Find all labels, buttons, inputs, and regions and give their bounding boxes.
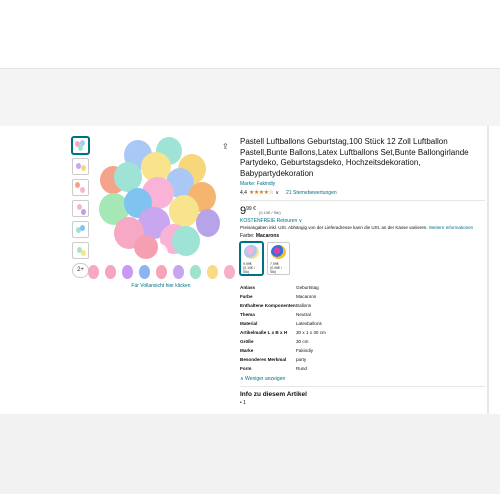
divider — [240, 200, 485, 201]
price-note-text: Preisangaben inkl. USt. Abhängig von der… — [240, 225, 428, 230]
spec-key: Farbe — [240, 294, 253, 299]
thumbnail-5[interactable] — [72, 221, 89, 238]
star-rating-icon[interactable]: ★★★★☆ — [249, 189, 274, 196]
price-per-unit: (0,10€ / Stk) — [258, 210, 281, 215]
list-item: • 1 — [240, 400, 246, 406]
table-row: Farbe Macarons — [240, 292, 370, 301]
thumbnail-1[interactable] — [72, 137, 89, 154]
rating-value: 4,4 — [240, 189, 247, 196]
swatch-mint — [190, 265, 201, 279]
chevron-down-icon[interactable]: ∨ — [275, 190, 279, 196]
product-details: Pastell Luftballons Geburtstag,100 Stück… — [240, 137, 485, 406]
about-item-heading: Info zu diesem Artikel — [240, 391, 307, 398]
divider — [240, 386, 485, 387]
spec-value: Geburtstag — [296, 285, 319, 290]
spec-key: Größe — [240, 339, 254, 344]
thumbnail-3[interactable] — [72, 179, 89, 196]
table-row: Thema Neutral — [240, 310, 370, 319]
spec-value: Macarons — [296, 294, 317, 299]
top-gray-band — [0, 68, 500, 127]
main-product-image[interactable] — [96, 135, 221, 270]
brand-link[interactable]: Marke: Fakindiy — [240, 181, 485, 187]
table-row: Artikelmaße L x B x H 30 x 1 x 30 cm — [240, 328, 370, 337]
price-note: Preisangaben inkl. USt. Abhängig von der… — [240, 225, 485, 231]
spec-key: Anlass — [240, 285, 256, 290]
swatch-yellow — [207, 265, 218, 279]
share-icon[interactable]: ⇪ — [222, 142, 229, 151]
spec-value: party — [296, 357, 307, 362]
free-returns-link[interactable]: KOSTENFREIE Retouren ∨ — [240, 218, 485, 224]
spec-key: Enthaltene Komponenten — [240, 303, 296, 308]
product-title: Pastell Luftballons Geburtstag,100 Stück… — [240, 137, 469, 178]
color-selection-label: Farbe: Macarons — [240, 233, 485, 239]
rating-row: 4,4 ★★★★☆ ∨ 21 Sternebewertungen — [240, 189, 485, 197]
more-thumbnails-button[interactable]: 2+ — [72, 263, 89, 278]
table-row: Besonderes Merkmal party — [240, 355, 370, 364]
spec-key: Form — [240, 366, 252, 371]
spec-value: Fakindiy — [296, 348, 314, 353]
spec-key: Artikelmaße L x B x H — [240, 330, 288, 335]
table-row: Enthaltene Komponenten Ballons — [240, 301, 370, 310]
show-less-link[interactable]: ∧ Weniger anzeigen — [240, 376, 485, 382]
swatch-rose — [105, 265, 116, 279]
color-label: Farbe: — [240, 233, 255, 239]
spec-key: Material — [240, 321, 258, 326]
variant-rainbow[interactable]: 7,99€ (0,08€ / Stk) — [267, 242, 290, 275]
spec-key: Besonderes Merkmal — [240, 357, 287, 362]
spec-value: 30 cm — [296, 339, 309, 344]
table-row: Form Rund — [240, 364, 370, 373]
full-view-link[interactable]: Für Vollansicht hier klicken — [96, 283, 226, 289]
price: 9 99 € (0,10€ / Stk) — [240, 205, 485, 217]
thumbnail-6[interactable] — [72, 242, 89, 259]
bottom-gray-band — [0, 414, 500, 494]
swatch-pink — [88, 265, 99, 279]
spec-key: Marke — [240, 348, 254, 353]
selected-color: Macarons — [255, 233, 280, 239]
variant-unit-price: (0,08€ / Stk) — [270, 266, 282, 274]
table-row: Anlass Geburtstag — [240, 283, 370, 292]
spec-value: 30 x 1 x 30 cm — [296, 330, 326, 335]
swatch-purple — [122, 265, 133, 279]
variant-unit-price: (0,10€ / Stk) — [243, 266, 255, 274]
table-row: Größe 30 cm — [240, 337, 370, 346]
variant-image — [271, 245, 286, 259]
page-edge-line — [487, 126, 489, 414]
variant-macarons[interactable]: 9,99€ (0,10€ / Stk) — [240, 242, 263, 275]
spec-value: Rund — [296, 366, 307, 371]
product-specs-table: Anlass Geburtstag Farbe Macarons Enthalten… — [240, 283, 370, 373]
table-row: Marke Fakindiy — [240, 346, 370, 355]
swatch-blue — [139, 265, 150, 279]
spec-value: Ballons — [296, 303, 312, 308]
rating-count-link[interactable]: 21 Sternebewertungen — [286, 190, 337, 196]
variant-options: 9,99€ (0,10€ / Stk) 7,99€ (0,08€ / Stk) — [240, 242, 485, 275]
spec-value: Neutral — [296, 312, 311, 317]
more-info-link[interactable]: Weitere Informationen — [429, 225, 473, 230]
thumbnail-4[interactable] — [72, 200, 89, 217]
swatch-pink-3 — [224, 265, 235, 279]
list-item-text: 1 — [243, 400, 246, 406]
price-fraction: 99 € — [246, 206, 256, 212]
spec-value: Latexballons — [296, 321, 322, 326]
variant-image — [244, 245, 259, 259]
table-row: Material Latexballons — [240, 319, 370, 328]
thumbnail-2[interactable] — [72, 158, 89, 175]
spec-key: Thema — [240, 312, 255, 317]
swatch-pink-2 — [156, 265, 167, 279]
balloon-bouquet — [99, 137, 220, 263]
thumbnail-strip: 2+ — [72, 137, 90, 278]
swatch-lilac — [173, 265, 184, 279]
color-swatch-row — [88, 265, 236, 281]
